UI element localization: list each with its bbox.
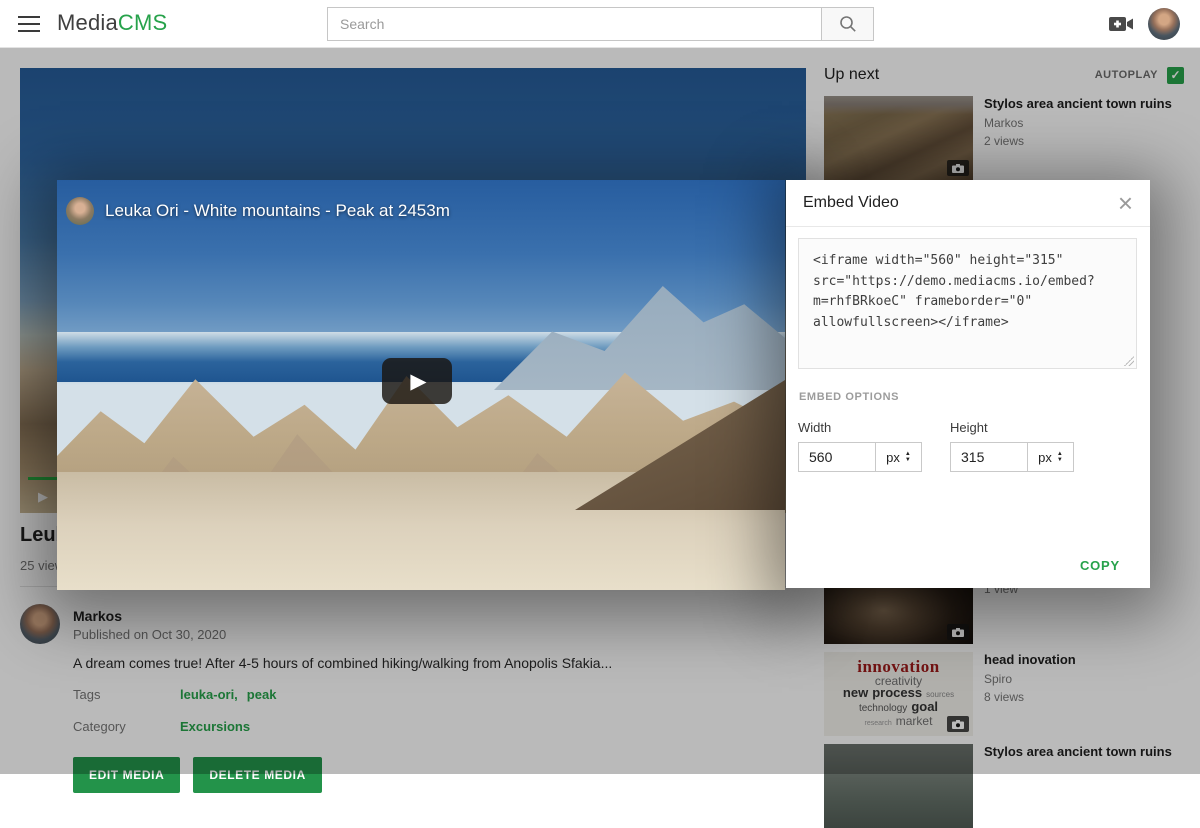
height-input[interactable]: [950, 442, 1028, 472]
width-input[interactable]: [798, 442, 876, 472]
embed-video-modal: Embed Video × <iframe width="560" height…: [786, 180, 1150, 588]
menu-icon[interactable]: [18, 16, 40, 32]
search-button[interactable]: [822, 7, 874, 41]
far-mountain: [494, 260, 785, 390]
embed-code-box: <iframe width="560" height="315" src="ht…: [798, 238, 1137, 369]
upload-video-icon[interactable]: [1108, 14, 1134, 34]
search-icon: [839, 15, 857, 33]
modal-title: Embed Video: [803, 194, 899, 212]
copy-button[interactable]: COPY: [1080, 558, 1120, 573]
height-field: Height px ▲▼: [950, 420, 1074, 472]
width-field: Width px ▲▼: [798, 420, 922, 472]
height-unit-select[interactable]: px ▲▼: [1027, 442, 1074, 472]
logo-cms: CMS: [118, 10, 168, 35]
height-label: Height: [950, 420, 1074, 435]
modal-header: Embed Video ×: [786, 180, 1150, 227]
width-unit-select[interactable]: px ▲▼: [875, 442, 922, 472]
spinner-arrows-icon: ▲▼: [1057, 451, 1063, 463]
close-icon[interactable]: ×: [1118, 193, 1133, 213]
embed-code-textarea[interactable]: <iframe width="560" height="315" src="ht…: [799, 239, 1136, 368]
logo-media: Media: [57, 10, 118, 35]
unit-label: px: [886, 450, 900, 465]
user-avatar[interactable]: [1148, 8, 1180, 40]
resize-handle-icon[interactable]: [1124, 356, 1134, 366]
search-input[interactable]: [327, 7, 822, 41]
width-label: Width: [798, 420, 922, 435]
play-icon: ▶: [410, 369, 426, 394]
preview-video-title[interactable]: Leuka Ori - White mountains - Peak at 24…: [105, 201, 450, 221]
play-button[interactable]: ▶: [382, 358, 452, 404]
embed-player-preview[interactable]: Leuka Ori - White mountains - Peak at 24…: [57, 180, 785, 590]
unit-label: px: [1038, 450, 1052, 465]
logo[interactable]: MediaCMS: [57, 10, 167, 36]
preview-author-avatar[interactable]: [66, 197, 94, 225]
top-navbar: MediaCMS: [0, 0, 1200, 48]
embed-options-heading: EMBED OPTIONS: [799, 391, 899, 403]
spinner-arrows-icon: ▲▼: [905, 451, 911, 463]
